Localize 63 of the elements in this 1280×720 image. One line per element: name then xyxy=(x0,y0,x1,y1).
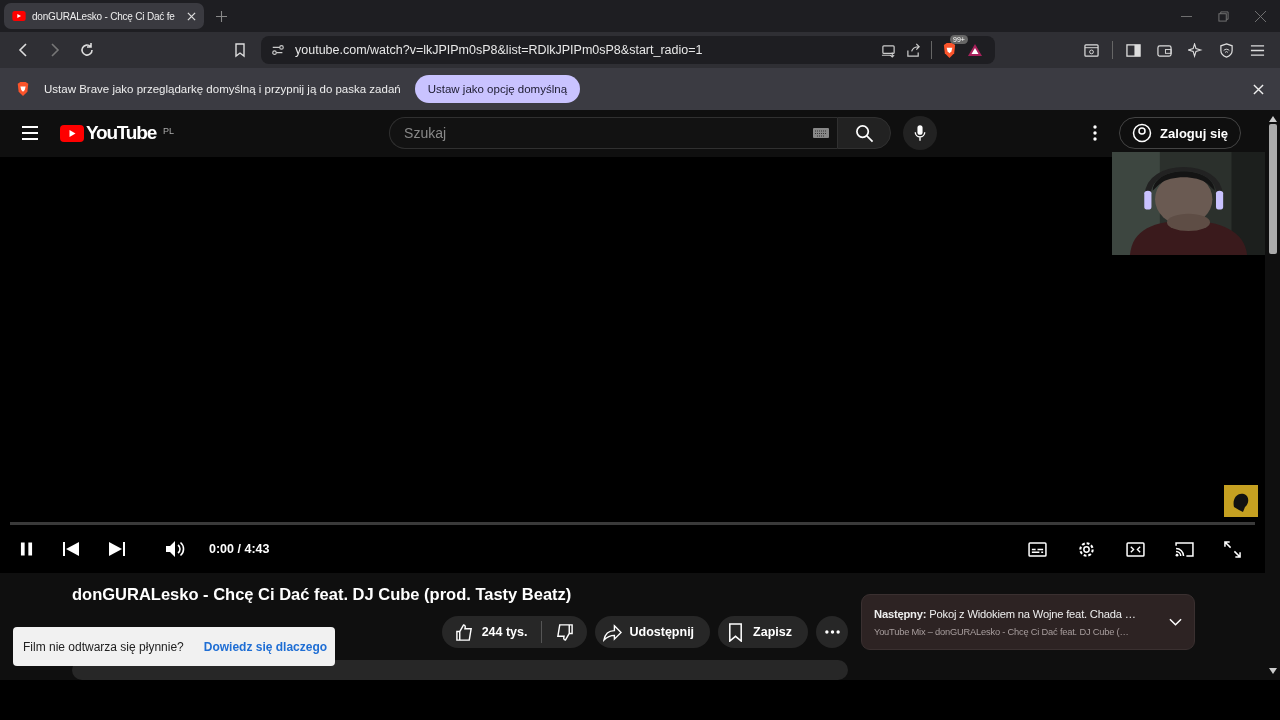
next-icon[interactable] xyxy=(109,542,125,556)
voice-search-button[interactable] xyxy=(903,116,938,151)
reader-mode-icon[interactable] xyxy=(1084,42,1100,58)
region-code: PL xyxy=(163,126,175,137)
site-settings-icon[interactable] xyxy=(271,43,285,57)
wallet-icon[interactable] xyxy=(1157,42,1172,58)
previous-icon[interactable] xyxy=(63,542,79,556)
next-up-card[interactable]: Następny: Pokoj z Widokiem na Wojne feat. Chada … YouTube Mix – donGURALesko - Chcę Ci Dać feat. DJ Cube (… xyxy=(861,594,1195,650)
next-up-subtitle: YouTube Mix – donGURALesko - Chcę Ci Dać feat. DJ Cube (… xyxy=(874,626,1130,637)
lion-shield-icon[interactable] xyxy=(942,41,958,59)
learn-why-link[interactable]: Dowiedz się dlaczego xyxy=(203,639,328,654)
toast-message: Film nie odtwarza się płynnie? xyxy=(23,639,184,654)
video-title: donGURALesko - Chcę Ci Dać feat. DJ Cube (prod. Tasty Beatz) xyxy=(72,585,573,604)
subtitles-icon[interactable] xyxy=(1028,541,1047,557)
fullscreen-icon[interactable] xyxy=(1224,540,1241,558)
search-field[interactable]: Szukaj xyxy=(389,117,838,150)
keyboard-icon[interactable] xyxy=(813,128,830,139)
thumbs-up-icon xyxy=(454,622,474,642)
url-text: youtube.com/watch?v=lkJPIPm0sP8&list=RDlkJPIPm0sP8&start_radio=1 xyxy=(295,43,703,57)
triangle-logo-icon[interactable] xyxy=(967,42,984,58)
more-icon[interactable] xyxy=(1093,125,1098,142)
time-display: 0:00 / 4:43 xyxy=(209,542,270,556)
pause-icon[interactable] xyxy=(20,541,33,557)
chevron-down-icon[interactable] xyxy=(1169,618,1182,626)
next-up-title: Następny: Pokoj z Widokiem na Wojne feat. Chada … xyxy=(874,607,1137,620)
more-actions-button[interactable] xyxy=(816,616,848,648)
bookmark-icon[interactable] xyxy=(232,42,248,58)
search-icon xyxy=(854,123,874,143)
install-app-icon[interactable] xyxy=(881,42,897,58)
share-arrow-icon xyxy=(602,622,622,642)
save-button[interactable]: Zapisz xyxy=(718,616,808,648)
browser-tab[interactable]: donGURALesko - Chcę Ci Dać fe xyxy=(4,3,204,29)
scroll-up-icon[interactable] xyxy=(1268,116,1277,122)
reload-icon[interactable] xyxy=(79,42,95,58)
play-logo-icon xyxy=(12,11,26,21)
play-logo-icon[interactable] xyxy=(60,124,84,142)
search-button[interactable] xyxy=(837,117,892,150)
tab-title: donGURALesko - Chcę Ci Dać fe xyxy=(32,10,176,22)
restore-icon[interactable] xyxy=(1218,10,1229,22)
cast-icon[interactable] xyxy=(1175,541,1194,557)
scrollbar-thumb[interactable] xyxy=(1268,124,1277,254)
account-icon xyxy=(1132,123,1153,144)
thumbs-down-icon xyxy=(554,622,574,642)
infobar-message: Ustaw Brave jako przeglądarkę domyślną i przypnij ją do paska zadań xyxy=(44,83,401,95)
more-icon xyxy=(824,630,840,634)
channel-branding-icon[interactable] xyxy=(1224,484,1258,517)
set-default-button[interactable]: Ustaw jako opcję domyślną xyxy=(414,75,581,103)
description-panel[interactable] xyxy=(72,660,848,680)
share-button[interactable]: Udostępnij xyxy=(594,616,711,648)
scroll-down-icon[interactable] xyxy=(1268,668,1277,674)
vpn-shield-icon[interactable] xyxy=(1219,42,1234,58)
logo-text[interactable]: YouTube xyxy=(86,122,157,145)
volume-icon[interactable] xyxy=(165,540,185,558)
microphone-icon xyxy=(914,124,927,143)
lion-shield-icon xyxy=(16,81,30,97)
theater-mode-icon[interactable] xyxy=(1126,541,1145,557)
settings-icon[interactable] xyxy=(1077,539,1096,559)
new-tab-icon[interactable] xyxy=(216,10,227,22)
menu-icon[interactable] xyxy=(1250,42,1265,58)
menu-icon[interactable] xyxy=(22,126,38,141)
sidebar-icon[interactable] xyxy=(1126,42,1141,58)
share-icon[interactable] xyxy=(906,42,922,58)
sparkle-icon[interactable] xyxy=(1188,42,1203,58)
